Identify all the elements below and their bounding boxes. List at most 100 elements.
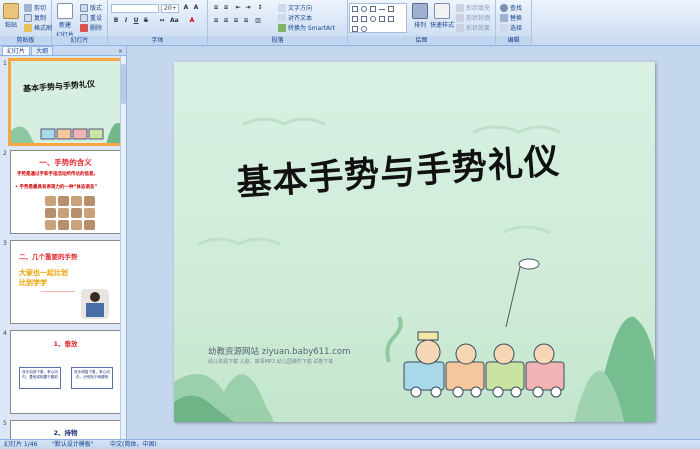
scissors-icon xyxy=(24,3,32,12)
bullets-icon[interactable]: ≡ xyxy=(212,4,220,12)
grow-font-icon[interactable]: A xyxy=(182,4,190,12)
new-slide-button[interactable]: 新建 幻灯片 xyxy=(56,3,74,39)
smartart-icon xyxy=(278,23,286,32)
scrollbar-thumb[interactable] xyxy=(121,64,126,104)
slide-thumbnail-3[interactable]: 二、几个重要的手势 大家也一起比划 比划学学 xyxy=(10,240,121,324)
justify-icon[interactable]: ≡ xyxy=(242,17,250,25)
thumb-text: 手势是通过手和手指活动所传达的信息。 xyxy=(17,172,98,177)
slide-thumbnail-4[interactable]: 1、垂放 双手自然下垂，掌心向内，叠放或相握于腹前 双手伸直下垂，掌心向内，分别… xyxy=(10,330,121,414)
font-name-select[interactable] xyxy=(111,4,159,13)
strikethrough-icon[interactable]: S xyxy=(142,17,150,25)
slide-number: 4 xyxy=(3,330,7,337)
smiley-shape-icon[interactable] xyxy=(361,26,367,32)
circle-shape-icon[interactable] xyxy=(370,16,376,22)
font-group: 20+ A A B I U S ↔ Aa A 字体 xyxy=(108,0,208,46)
thumb-handwriting xyxy=(41,291,75,292)
close-icon[interactable]: × xyxy=(118,48,123,55)
thumb-title: 1、垂放 xyxy=(53,340,78,348)
numbering-icon[interactable]: ≡ xyxy=(222,4,230,12)
select-button[interactable]: 选择 xyxy=(500,23,522,32)
align-right-icon[interactable]: ≡ xyxy=(232,17,240,25)
bold-icon[interactable]: B xyxy=(112,17,120,25)
slide-thumbnail-1[interactable]: 基本手势与手势礼仪 xyxy=(8,58,123,146)
format-painter-button[interactable]: 格式刷 xyxy=(24,23,52,32)
slide-canvas[interactable]: 基本手势与手势礼仪 幼教资源网站 ziyuan.baby611.com 幼儿资源… xyxy=(174,62,655,422)
shape-effects-button[interactable]: 形状效果 xyxy=(456,23,490,32)
thumb-title: 基本手势与手势礼仪 xyxy=(22,78,96,94)
font-color-icon[interactable]: A xyxy=(188,17,196,25)
paste-button[interactable]: 粘贴 xyxy=(3,3,19,29)
line-shape-icon[interactable] xyxy=(379,9,385,15)
slide-number: 3 xyxy=(3,240,7,247)
paste-icon xyxy=(3,3,19,19)
underline-icon[interactable]: U xyxy=(132,17,140,25)
layout-button[interactable]: 版式 xyxy=(80,3,102,12)
thumb-textbox: 双手伸直下垂，掌心向内，分别贴于两腿侧 xyxy=(71,367,113,389)
slide-thumbnail-2[interactable]: 一、手势的含义 手势是通过手和手指活动所传达的信息。 • 手势是最具有表现力的一… xyxy=(10,150,121,234)
change-case-icon[interactable]: Aa xyxy=(170,17,179,25)
reset-button[interactable]: 重设 xyxy=(80,13,102,22)
shape-outline-button[interactable]: 形状轮廓 xyxy=(456,13,490,22)
thumb-title: 一、手势的含义 xyxy=(39,158,92,167)
align-center-icon[interactable]: ≡ xyxy=(222,17,230,25)
slide-thumbnail-pane: 幻灯片 大纲 × 1 基本手势与手势礼仪 2 一、手势的含义 手势是通过手和手指… xyxy=(0,46,127,449)
shrink-font-icon[interactable]: A xyxy=(192,4,200,12)
shapes-gallery[interactable] xyxy=(349,3,407,33)
tab-slides[interactable]: 幻灯片 xyxy=(2,46,31,55)
rounded-rect-shape-icon[interactable] xyxy=(370,6,376,12)
quick-styles-button[interactable]: 快速样式 xyxy=(430,3,454,29)
callout-shape-icon[interactable] xyxy=(379,16,385,22)
replace-button[interactable]: 替换 xyxy=(500,13,522,22)
cursor-icon xyxy=(500,23,508,32)
decrease-indent-icon[interactable]: ⇤ xyxy=(234,4,242,12)
rectangle-shape-icon[interactable] xyxy=(352,6,358,12)
editing-group-label: 编辑 xyxy=(496,36,531,45)
hand-gesture-grid xyxy=(45,196,95,230)
find-button[interactable]: 查找 xyxy=(500,3,522,12)
align-left-icon[interactable]: ≡ xyxy=(212,17,220,25)
delete-slide-button[interactable]: 删除 xyxy=(80,23,102,32)
slides-group-label: 幻灯片 xyxy=(52,36,107,45)
thumb-text: 大家也一起比划 xyxy=(19,269,68,277)
font-group-label: 字体 xyxy=(108,36,207,45)
thumbnail-scrollbar[interactable] xyxy=(120,56,126,439)
binoculars-icon xyxy=(500,3,508,12)
fill-bucket-icon xyxy=(456,3,464,12)
align-text-button[interactable]: 对齐文本 xyxy=(278,13,312,22)
pane-tabs: 幻灯片 大纲 × xyxy=(0,46,126,56)
brace-shape-icon[interactable] xyxy=(388,16,394,22)
smartart-button[interactable]: 转换为 SmartArt xyxy=(278,23,335,32)
oval-shape-icon[interactable] xyxy=(361,6,367,12)
slide-position-text: 幻灯片 1/46 xyxy=(4,441,38,448)
shape-fill-button[interactable]: 形状填充 xyxy=(456,3,490,12)
align-text-icon xyxy=(278,13,286,22)
theme-name-text: "默认设计模板" xyxy=(52,441,94,448)
copy-icon xyxy=(24,13,32,22)
columns-icon[interactable]: ▥ xyxy=(254,17,262,25)
ribbon: 粘贴 剪切 复制 格式刷 剪贴板 新建 幻灯片 版式 重设 删除 幻灯片 xyxy=(0,0,700,46)
italic-icon[interactable]: I xyxy=(122,17,130,25)
char-spacing-icon[interactable]: ↔ xyxy=(158,17,166,25)
copy-button[interactable]: 复制 xyxy=(24,13,46,22)
editing-group: 查找 替换 选择 编辑 xyxy=(496,0,532,46)
connector-shape-icon[interactable] xyxy=(352,26,358,32)
triangle-shape-icon[interactable] xyxy=(352,16,358,22)
arrow-shape-icon[interactable] xyxy=(388,6,394,12)
line-spacing-icon[interactable]: ↕ xyxy=(256,4,264,12)
tab-outline[interactable]: 大纲 xyxy=(31,46,54,55)
arrange-button[interactable]: 排列 xyxy=(412,3,428,29)
quick-styles-icon xyxy=(434,3,450,19)
font-size-select[interactable]: 20+ xyxy=(161,4,179,13)
layout-icon xyxy=(80,3,88,12)
paragraph-group: ≡ ≡ ⇤ ⇥ ↕ ≡ ≡ ≡ ≡ ▥ 文字方向 对齐文本 转换为 SmartA… xyxy=(208,0,348,46)
cut-button[interactable]: 剪切 xyxy=(24,3,46,12)
text-direction-button[interactable]: 文字方向 xyxy=(278,3,312,12)
thumb-person-photo xyxy=(81,289,109,319)
thumb-illustration xyxy=(11,122,120,143)
status-bar: 幻灯片 1/46 "默认设计模板" 中文(简体，中国) xyxy=(0,439,700,449)
thumb-title: 二、几个重要的手势 xyxy=(19,253,78,261)
increase-indent-icon[interactable]: ⇥ xyxy=(244,4,252,12)
star-shape-icon[interactable] xyxy=(361,16,367,22)
brush-icon xyxy=(24,23,32,32)
watermark-subtext: 幼儿资源下载 儿歌、故事MP3 幼儿园课件下载 试卷下载 xyxy=(208,359,334,365)
